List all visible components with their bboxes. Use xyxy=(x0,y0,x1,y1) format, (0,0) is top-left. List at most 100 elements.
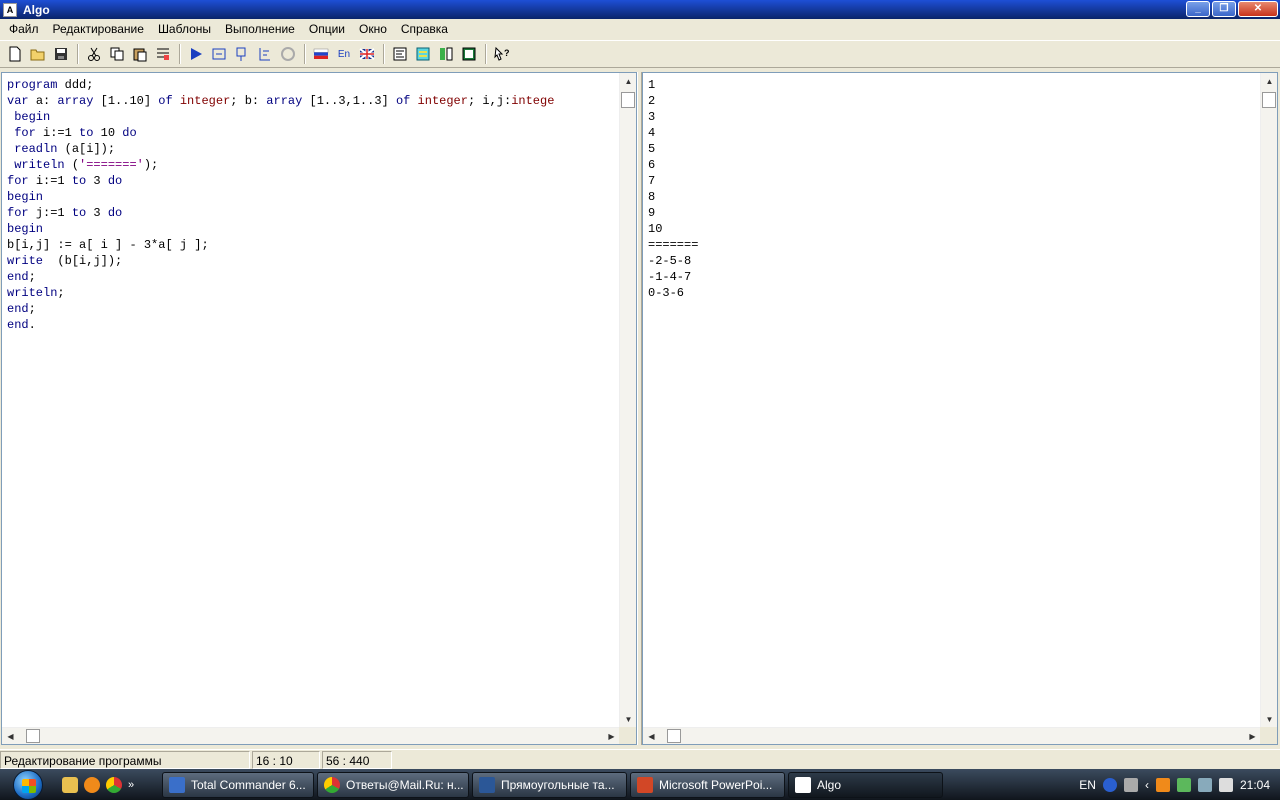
firefox-icon[interactable] xyxy=(84,776,100,793)
volume-muted-icon[interactable] xyxy=(1218,777,1233,792)
code-line[interactable]: readln (a[i]); xyxy=(7,141,554,157)
more-chevron-icon[interactable]: » xyxy=(128,779,134,791)
menu-file[interactable]: Файл xyxy=(2,19,46,40)
code-line[interactable]: writeln ('======='); xyxy=(7,157,554,173)
scroll-left-icon[interactable]: ◀ xyxy=(643,728,660,745)
russian-flag-icon xyxy=(313,48,329,59)
open-button[interactable] xyxy=(27,43,49,65)
editor-horizontal-scrollbar[interactable]: ◀ ▶ xyxy=(2,727,620,744)
split-view-button[interactable] xyxy=(435,43,457,65)
scroll-thumb[interactable] xyxy=(1262,92,1276,108)
english-language-button[interactable] xyxy=(356,43,378,65)
floppy-icon xyxy=(169,776,185,793)
output-panel[interactable]: 1 2 3 4 5 6 7 8 9 10 ======= -2-5-8 -1-4-7 0-3-6 ▲ ▼ … xyxy=(642,72,1278,745)
settings-icon[interactable] xyxy=(1123,777,1138,792)
task-word-document[interactable]: Прямоугольные та... xyxy=(472,771,627,798)
code-line[interactable]: for i:=1 to 10 do xyxy=(7,125,554,141)
tray-chevron-icon[interactable]: ‹ xyxy=(1145,778,1149,792)
scroll-up-icon[interactable]: ▲ xyxy=(620,73,637,90)
run-icon xyxy=(191,48,202,60)
split-view-icon xyxy=(440,47,453,61)
open-folder-icon xyxy=(30,49,45,61)
window-controls: _ ❐ ✕ xyxy=(1186,1,1278,17)
russian-language-button[interactable] xyxy=(310,43,332,65)
minimize-button[interactable]: _ xyxy=(1186,1,1210,17)
code-line[interactable]: b[i,j] := a[ i ] - 3*a[ j ]; xyxy=(7,237,554,253)
algo-icon xyxy=(795,776,811,793)
help-icon[interactable] xyxy=(1102,777,1117,792)
code-line[interactable]: for j:=1 to 3 do xyxy=(7,205,554,221)
menu-run[interactable]: Выполнение xyxy=(218,19,302,40)
task-algo[interactable]: Algo xyxy=(788,771,943,798)
quick-launch: » xyxy=(62,776,162,793)
code-line[interactable]: write (b[i,j]); xyxy=(7,253,554,269)
explorer-icon[interactable] xyxy=(62,776,78,793)
menu-templates[interactable]: Шаблоны xyxy=(151,19,218,40)
code-line[interactable]: writeln; xyxy=(7,285,554,301)
copy-icon xyxy=(110,47,124,61)
output-horizontal-scrollbar[interactable]: ◀ ▶ xyxy=(643,727,1261,744)
code-line[interactable]: begin xyxy=(7,221,554,237)
network-icon[interactable] xyxy=(1197,777,1212,792)
code-editor[interactable]: program ddd; var a: array [1..10] of inte… xyxy=(1,72,637,745)
scroll-right-icon[interactable]: ▶ xyxy=(1244,728,1261,745)
trace-button[interactable] xyxy=(254,43,276,65)
task-total-commander[interactable]: Total Commander 6... xyxy=(162,771,314,798)
scroll-corner xyxy=(1260,727,1277,744)
code-line[interactable]: program ddd; xyxy=(7,77,554,93)
scroll-thumb[interactable] xyxy=(26,729,40,743)
code-line[interactable]: var a: array [1..10] of integer; b: arra… xyxy=(7,93,554,109)
scroll-up-icon[interactable]: ▲ xyxy=(1261,73,1278,90)
step-over-button[interactable] xyxy=(208,43,230,65)
code-line[interactable]: end. xyxy=(7,317,554,333)
stop-button[interactable] xyxy=(277,43,299,65)
battery-icon[interactable] xyxy=(1176,777,1191,792)
menu-help[interactable]: Справка xyxy=(394,19,455,40)
save-button[interactable] xyxy=(50,43,72,65)
scroll-thumb[interactable] xyxy=(667,729,681,743)
paste-button[interactable] xyxy=(129,43,151,65)
editor-vertical-scrollbar[interactable]: ▲ ▼ xyxy=(619,73,636,728)
scroll-right-icon[interactable]: ▶ xyxy=(603,728,620,745)
output-line: 10 xyxy=(648,222,663,236)
copy-button[interactable] xyxy=(106,43,128,65)
language-indicator[interactable]: EN xyxy=(1079,778,1096,792)
menu-options[interactable]: Опции xyxy=(302,19,352,40)
step-over-icon xyxy=(212,48,226,60)
code-text[interactable]: program ddd; var a: array [1..10] of inte… xyxy=(7,77,554,333)
code-line[interactable]: begin xyxy=(7,189,554,205)
task-mail-answers[interactable]: Ответы@Mail.Ru: н... xyxy=(317,771,469,798)
task-powerpoint[interactable]: Microsoft PowerPoi... xyxy=(630,771,785,798)
close-button[interactable]: ✕ xyxy=(1238,1,1278,17)
code-line[interactable]: for i:=1 to 3 do xyxy=(7,173,554,189)
menu-edit[interactable]: Редактирование xyxy=(46,19,151,40)
start-button[interactable] xyxy=(8,769,48,800)
restore-button[interactable]: ❐ xyxy=(1212,1,1236,17)
scroll-thumb[interactable] xyxy=(621,92,635,108)
cut-button[interactable] xyxy=(83,43,105,65)
powerpoint-icon xyxy=(637,776,653,793)
code-line[interactable]: begin xyxy=(7,109,554,125)
watch-button[interactable] xyxy=(412,43,434,65)
chrome-icon[interactable] xyxy=(106,776,122,793)
output-view-button[interactable] xyxy=(458,43,480,65)
scroll-down-icon[interactable]: ▼ xyxy=(1261,711,1278,728)
scroll-down-icon[interactable]: ▼ xyxy=(620,711,637,728)
scroll-left-icon[interactable]: ◀ xyxy=(2,728,19,745)
toolbar-separator xyxy=(383,44,385,64)
code-view-button[interactable] xyxy=(389,43,411,65)
context-help-button[interactable]: ? xyxy=(491,43,513,65)
code-line[interactable]: end; xyxy=(7,301,554,317)
code-line[interactable]: end; xyxy=(7,269,554,285)
menu-window[interactable]: Окно xyxy=(352,19,394,40)
algo-app-icon[interactable]: A xyxy=(3,2,17,17)
clock[interactable]: 21:04 xyxy=(1240,778,1270,792)
status-cursor: 16 : 10 xyxy=(252,750,320,769)
english-text-button[interactable]: En xyxy=(333,43,355,65)
templates-button[interactable] xyxy=(152,43,174,65)
run-button[interactable] xyxy=(185,43,207,65)
output-vertical-scrollbar[interactable]: ▲ ▼ xyxy=(1260,73,1277,728)
step-into-button[interactable] xyxy=(231,43,253,65)
new-file-button[interactable] xyxy=(4,43,26,65)
notification-icon[interactable] xyxy=(1155,777,1170,792)
